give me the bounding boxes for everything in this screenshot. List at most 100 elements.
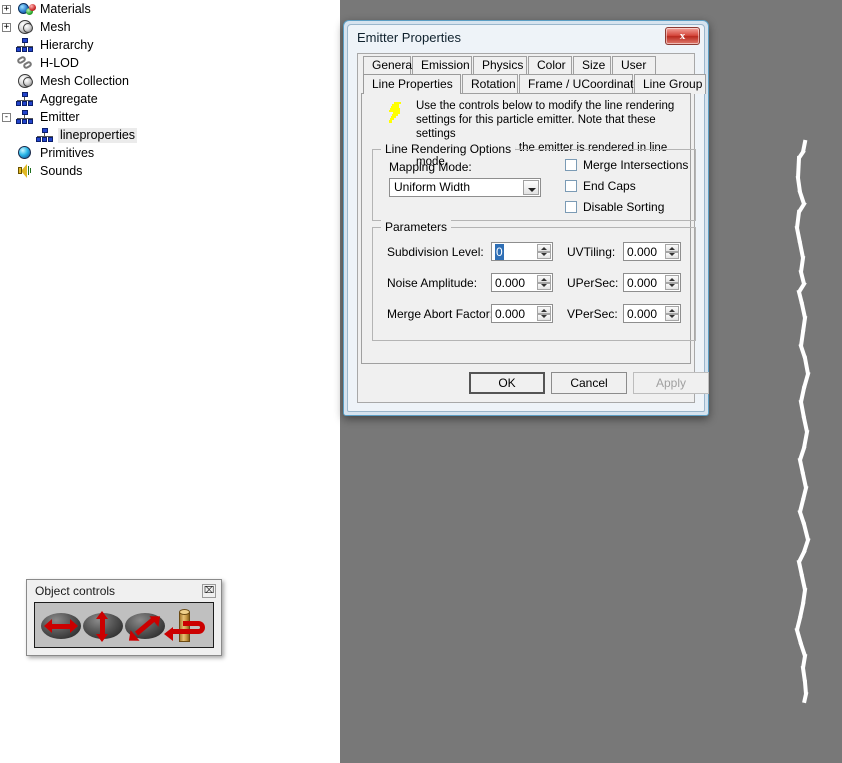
tab-general[interactable]: General [363,56,411,74]
tab-strip[interactable]: GeneralEmissionPhysicsColorSizeUser Line … [358,54,694,94]
tree-item-h-lod[interactable]: H-LOD [0,54,81,72]
tree-item-sounds[interactable]: Sounds [0,162,84,180]
dialog-titlebar[interactable]: Emitter Properties x [348,25,704,51]
uvtiling-spinner[interactable]: 0.000 [623,242,681,261]
spinner-up-icon[interactable] [537,275,551,283]
dialog-inner-frame: Emitter Properties x GeneralEmissionPhys… [347,24,705,412]
tree-item-hierarchy[interactable]: Hierarchy [0,36,96,54]
object-controls-palette[interactable]: Object controls ⌧ [26,579,222,656]
spinner-up-icon[interactable] [537,244,551,252]
tab-emission[interactable]: Emission [412,56,472,74]
object-controls-title: Object controls [35,584,115,598]
upersec-spinner[interactable]: 0.000 [623,273,681,292]
tab-physics[interactable]: Physics [473,56,527,74]
tree-item-mesh-collection[interactable]: Mesh Collection [0,72,131,90]
sphere-icon [15,73,35,90]
tab-line-properties[interactable]: Line Properties [363,74,461,94]
dialog-client-area: GeneralEmissionPhysicsColorSizeUser Line … [357,53,695,403]
rotate-tool[interactable] [163,607,209,645]
rotate-axis-cap [179,609,190,615]
tree-item-mesh[interactable]: + Mesh [0,18,73,36]
pan-diagonal-tool[interactable] [123,607,167,645]
tab-line-group[interactable]: Line Group [634,74,706,94]
spinner-down-icon[interactable] [665,252,679,260]
checkbox-label: End Caps [583,179,636,193]
spinner-down-icon[interactable] [665,283,679,291]
merge-abort-factor-spinner[interactable]: 0.000 [491,304,553,323]
tree-connector [2,149,11,158]
hierarchy-icon [35,127,55,144]
spinner-buttons[interactable] [537,275,551,290]
tab-rotation[interactable]: Rotation [462,74,518,94]
checkbox-label: Merge Intersections [583,158,688,172]
tree-item-primitives[interactable]: Primitives [0,144,96,162]
spinner-buttons[interactable] [537,306,551,321]
line-rendering-options-label: Line Rendering Options [381,142,515,156]
lightning-bolt-icon [386,102,404,126]
tab-color[interactable]: Color [528,56,572,74]
collapse-icon[interactable]: - [2,113,11,122]
subdivision-level-spinner[interactable]: 0 [491,242,553,261]
checkbox-box-icon[interactable] [565,180,577,192]
arrow-head-up [96,611,108,619]
checkbox-box-icon[interactable] [565,201,577,213]
sphere-icon [15,19,35,36]
speaker-icon [15,163,35,180]
spinner-buttons[interactable] [537,244,551,259]
tree-connector [22,131,31,140]
spinner-down-icon[interactable] [537,314,551,322]
spinner-buttons[interactable] [665,306,679,321]
vpersec-spinner[interactable]: 0.000 [623,304,681,323]
param-left-label-1: Noise Amplitude: [387,276,477,290]
spinner-up-icon[interactable] [665,244,679,252]
spinner-buttons[interactable] [665,244,679,259]
checkbox-box-icon[interactable] [565,159,577,171]
arrow-shaft [100,618,105,635]
spinner-value[interactable]: 0.000 [627,306,657,322]
tab-user[interactable]: User [612,56,656,74]
chevron-down-icon[interactable] [523,180,539,195]
mapping-mode-value: Uniform Width [394,180,470,194]
tree-connector [2,95,11,104]
spinner-up-icon[interactable] [537,306,551,314]
dialog-title: Emitter Properties [357,30,461,45]
hierarchy-icon [15,109,35,126]
close-icon[interactable]: ⌧ [202,584,216,598]
checkbox-end-caps[interactable]: End Caps [565,179,636,193]
tree-item-label: Emitter [38,110,82,125]
spinner-buttons[interactable] [665,275,679,290]
pan-horizontal-tool[interactable] [39,607,83,645]
object-controls-toolbar[interactable] [34,602,214,648]
tab-size[interactable]: Size [573,56,611,74]
mapping-mode-combobox[interactable]: Uniform Width [389,178,541,197]
spinner-up-icon[interactable] [665,306,679,314]
tab-frame-ucoordinate[interactable]: Frame / UCoordinate [519,74,633,94]
tree-item-lineproperties[interactable]: lineproperties [0,126,137,144]
spinner-down-icon[interactable] [665,314,679,322]
close-icon[interactable]: x [665,27,700,45]
emitter-properties-dialog[interactable]: Emitter Properties x GeneralEmissionPhys… [343,20,709,416]
info-line-1: Use the controls below to modify the lin… [416,99,682,113]
spinner-down-icon[interactable] [537,283,551,291]
checkbox-disable-sorting[interactable]: Disable Sorting [565,200,664,214]
tree-item-aggregate[interactable]: Aggregate [0,90,100,108]
expand-icon[interactable]: + [2,5,11,14]
pan-vertical-tool[interactable] [81,607,125,645]
spinner-up-icon[interactable] [665,275,679,283]
ok-button[interactable]: OK [469,372,545,394]
checkbox-merge-intersections[interactable]: Merge Intersections [565,158,688,172]
spinner-value[interactable]: 0.000 [627,244,657,260]
tree-item-label: Mesh [38,20,73,35]
tree-item-emitter[interactable]: - Emitter [0,108,82,126]
tab-page-line-properties: Use the controls below to modify the lin… [361,93,691,364]
expand-icon[interactable]: + [2,23,11,32]
noise-amplitude-spinner[interactable]: 0.000 [491,273,553,292]
tree-item-materials[interactable]: +Materials [0,0,93,18]
hierarchy-icon [15,37,35,54]
spinner-down-icon[interactable] [537,252,551,260]
spinner-value[interactable]: 0.000 [495,306,525,322]
spinner-value[interactable]: 0.000 [495,275,525,291]
spinner-value[interactable]: 0.000 [627,275,657,291]
cancel-button[interactable]: Cancel [551,372,627,394]
spinner-value[interactable]: 0 [495,244,504,260]
